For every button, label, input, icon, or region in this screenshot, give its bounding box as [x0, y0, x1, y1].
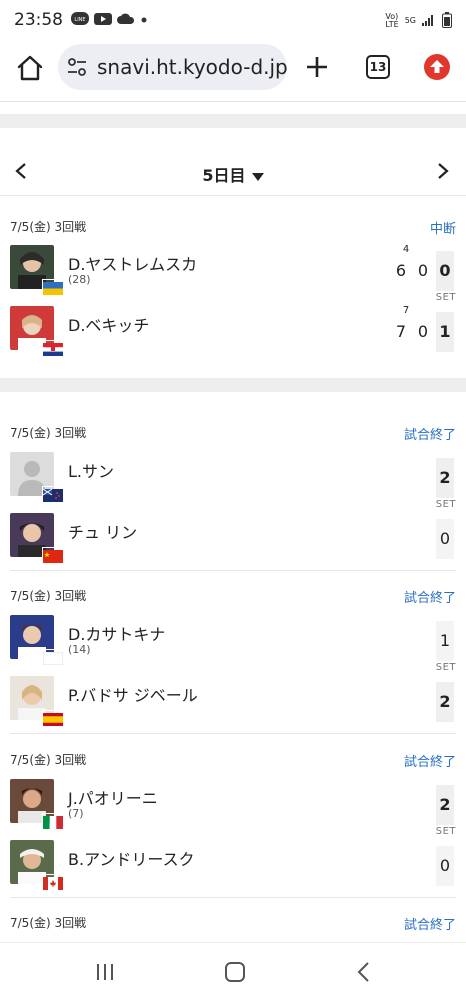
new-tab-icon[interactable] — [304, 54, 330, 80]
next-day-icon[interactable] — [436, 162, 450, 180]
match-status[interactable]: 試合終了 — [404, 587, 456, 606]
set-score: 0 — [436, 846, 454, 886]
dropdown-caret-icon — [251, 172, 264, 181]
player-name: チュ リン — [68, 523, 138, 542]
player-name: P.バドサ ジベール — [68, 686, 198, 705]
row-divider — [10, 570, 456, 571]
match-header: 7/5(金) 3回戦 — [10, 753, 87, 767]
flag-croatia-icon — [42, 340, 64, 356]
battery-icon — [442, 12, 452, 30]
flag-china-icon — [42, 547, 64, 563]
set-label: SET — [435, 292, 456, 303]
flag-spain-icon — [42, 710, 64, 726]
player-seed: (14) — [68, 643, 91, 656]
set-score: 0 — [436, 251, 454, 291]
match-status[interactable]: 試合終了 — [404, 914, 456, 933]
row-divider — [10, 733, 456, 734]
day-label: 5日目 — [202, 166, 246, 185]
section-divider — [0, 378, 466, 392]
match-status[interactable]: 試合終了 — [404, 424, 456, 443]
tab-switcher-button[interactable]: 13 — [366, 55, 390, 79]
player-name: L.サン — [68, 462, 115, 481]
match-header: 7/5(金) 3回戦 — [10, 220, 87, 234]
set-label: SET — [435, 826, 456, 837]
address-bar[interactable]: snavi.ht.kyodo-d.jp — [58, 44, 288, 90]
system-navigation-bar — [0, 942, 466, 1000]
game-score: 0 — [417, 322, 429, 341]
status-bar: 23:58 LINE Vo) LTE 5G — [0, 0, 466, 40]
set-score: 2 — [436, 785, 454, 825]
player-name: D.ベキッチ — [68, 316, 150, 335]
player-seed: (7) — [68, 807, 84, 820]
set-score: 2 — [436, 682, 454, 722]
home-icon[interactable] — [14, 52, 46, 84]
match-status[interactable]: 中断 — [430, 218, 456, 237]
set-score: 0 — [436, 519, 454, 559]
volte-indicator: Vo) LTE — [385, 12, 399, 29]
flag-new-zealand-icon — [42, 486, 64, 502]
set-label: SET — [435, 662, 456, 673]
update-icon[interactable] — [424, 54, 450, 80]
day-navigator: 5日目 — [0, 148, 466, 196]
browser-toolbar: snavi.ht.kyodo-d.jp 13 — [0, 40, 466, 102]
match-header: 7/5(金) 3回戦 — [10, 426, 87, 440]
player-row[interactable]: L.サン 2 — [0, 452, 466, 502]
line-icon: LINE — [71, 11, 89, 30]
player-name: D.カサトキナ — [68, 625, 166, 644]
signal-icon — [422, 14, 436, 28]
url-text[interactable]: snavi.ht.kyodo-d.jp — [97, 55, 288, 79]
match-status[interactable]: 試合終了 — [404, 751, 456, 770]
flag-ukraine-icon — [42, 279, 64, 295]
flag-italy-icon — [42, 813, 64, 829]
player-name: D.ヤストレムスカ — [68, 255, 198, 274]
section-divider — [0, 114, 466, 128]
game-score: 0 — [417, 261, 429, 280]
player-row[interactable]: J.パオリーニ (7) 2 — [0, 779, 466, 829]
youtube-icon — [94, 11, 112, 30]
match-header: 7/5(金) 3回戦 — [10, 916, 87, 930]
set-score: 2 — [436, 458, 454, 498]
row-divider — [10, 897, 456, 898]
player-name: J.パオリーニ — [68, 789, 158, 808]
player-row[interactable]: D.ベキッチ 7 7 0 1 — [0, 306, 466, 356]
5g-indicator: 5G — [404, 16, 416, 25]
game-score: 6 — [395, 261, 407, 280]
set-label: SET — [435, 499, 456, 510]
player-row[interactable]: D.ヤストレムスカ (28) 4 6 0 0 — [0, 245, 466, 295]
match-header: 7/5(金) 3回戦 — [10, 589, 87, 603]
game-score: 7 — [395, 322, 407, 341]
day-selector[interactable]: 5日目 — [0, 162, 466, 186]
player-name: B.アンドリースク — [68, 850, 195, 869]
site-settings-icon[interactable] — [66, 56, 88, 78]
set-score: 1 — [436, 621, 454, 661]
player-row[interactable]: チュ リン 0 — [0, 513, 466, 563]
home-button-icon[interactable] — [225, 962, 245, 982]
flag-canada-icon — [42, 874, 64, 890]
dot-icon — [140, 11, 148, 30]
clock: 23:58 — [14, 10, 63, 30]
player-row[interactable]: D.カサトキナ (14) 1 — [0, 615, 466, 666]
set-score: 1 — [436, 312, 454, 352]
player-row[interactable]: B.アンドリースク 0 — [0, 840, 466, 890]
svg-text:LINE: LINE — [74, 17, 85, 23]
recent-apps-icon[interactable] — [96, 963, 114, 981]
back-icon[interactable] — [356, 961, 370, 983]
flag-neutral-icon — [42, 649, 64, 666]
cloud-icon — [117, 11, 135, 30]
player-seed: (28) — [68, 273, 91, 286]
player-row[interactable]: P.バドサ ジベール 2 — [0, 676, 466, 726]
